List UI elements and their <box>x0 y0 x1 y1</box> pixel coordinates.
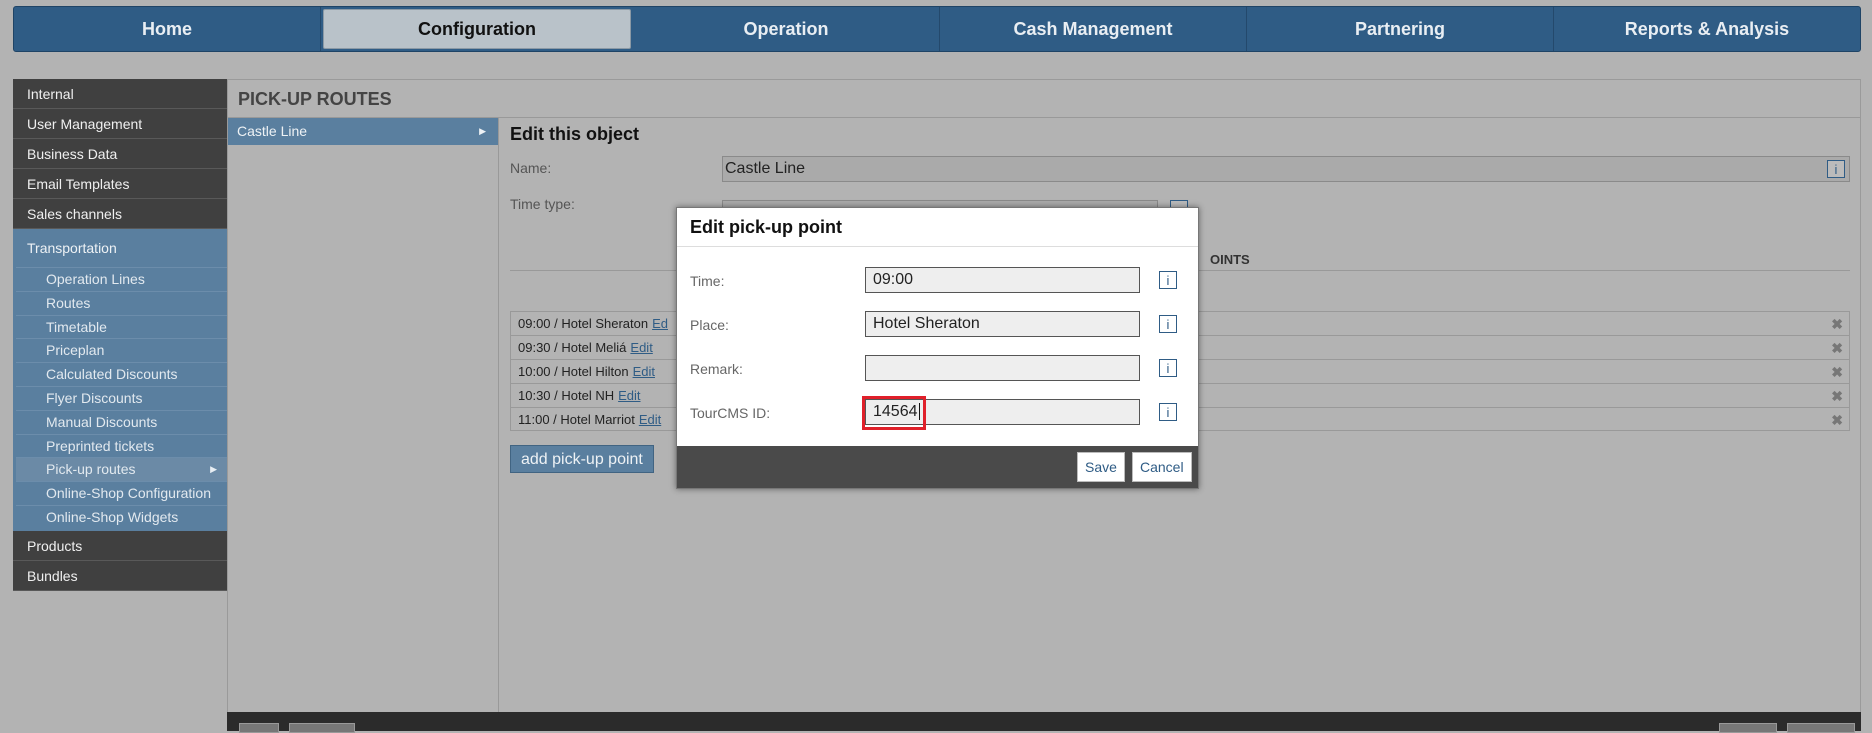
pick-up-point-label: 09:30 / Hotel Meliá <box>518 340 627 355</box>
nav-tab-operation[interactable]: Operation <box>633 7 940 51</box>
sidebar-sub-manual-discounts[interactable]: Manual Discounts <box>16 409 227 434</box>
time-row: Time: 09:00 i <box>690 265 1198 295</box>
sidebar-item-internal[interactable]: Internal <box>13 79 227 109</box>
sidebar-sub-calculated-discounts[interactable]: Calculated Discounts <box>16 362 227 386</box>
remark-row: Remark: i <box>690 353 1198 383</box>
delete-icon[interactable]: ✖ <box>1831 408 1843 432</box>
sidebar-sub-priceplan[interactable]: Priceplan <box>16 338 227 362</box>
tourcms-id-input[interactable]: 14564 <box>862 396 1140 430</box>
pick-up-point-label: 11:00 / Hotel Marriot <box>518 412 635 427</box>
edit-pick-up-point-dialog: Edit pick-up point Time: 09:00 i Place: … <box>676 207 1199 489</box>
delete-icon[interactable]: ✖ <box>1831 384 1843 408</box>
place-label: Place: <box>690 317 729 333</box>
sidebar-item-sales-channels[interactable]: Sales channels <box>13 199 227 229</box>
delete-icon[interactable]: ✖ <box>1831 336 1843 360</box>
remark-label: Remark: <box>690 361 743 377</box>
nav-tab-reports-analysis[interactable]: Reports & Analysis <box>1554 7 1860 51</box>
route-item-label: Castle Line <box>237 123 308 139</box>
edit-link[interactable]: Edit <box>633 364 655 379</box>
sidebar-sub-timetable[interactable]: Timetable <box>16 314 227 339</box>
edit-link[interactable]: Edit <box>618 388 640 403</box>
sidebar: Internal User Management Business Data E… <box>13 79 227 591</box>
sidebar-sub-list: Operation Lines Routes Timetable Pricepl… <box>13 267 227 531</box>
info-icon[interactable]: i <box>1159 271 1177 289</box>
name-label: Name: <box>510 160 552 176</box>
highlight-box <box>862 396 926 430</box>
nav-tab-home[interactable]: Home <box>14 7 321 51</box>
sidebar-sub-pick-up-routes[interactable]: Pick-up routes ▶ <box>16 457 227 482</box>
toolbar-button[interactable] <box>289 723 355 733</box>
sidebar-sub-operation-lines[interactable]: Operation Lines <box>16 267 227 291</box>
time-type-label: Time type: <box>510 196 575 212</box>
remark-input[interactable] <box>865 355 1140 381</box>
pick-up-point-label: 10:30 / Hotel NH <box>518 388 615 403</box>
toolbar-button[interactable] <box>239 723 279 733</box>
sidebar-sub-routes[interactable]: Routes <box>16 290 227 315</box>
time-input[interactable]: 09:00 <box>865 267 1140 293</box>
edit-area: Edit this object Name: Castle Line i Tim… <box>510 118 1850 473</box>
edit-link[interactable]: Ed <box>652 316 668 331</box>
nav-tab-partnering[interactable]: Partnering <box>1247 7 1554 51</box>
delete-icon[interactable]: ✖ <box>1831 312 1843 336</box>
info-icon[interactable]: i <box>1159 403 1177 421</box>
tourcms-id-label: TourCMS ID: <box>690 405 771 421</box>
add-pick-up-point-button[interactable]: add pick-up point <box>510 445 654 473</box>
route-item-castle-line[interactable]: Castle Line ▶ <box>228 118 498 145</box>
save-button[interactable]: Save <box>1077 452 1125 482</box>
nav-tab-configuration[interactable]: Configuration <box>323 9 631 49</box>
pick-up-points-header: OINTS <box>1210 252 1250 267</box>
tourcms-id-row: TourCMS ID: 14564 i <box>690 396 1198 430</box>
info-icon[interactable]: i <box>1159 359 1177 377</box>
cancel-button[interactable]: Cancel <box>1132 452 1192 482</box>
nav-tab-cash-management[interactable]: Cash Management <box>940 7 1247 51</box>
sidebar-item-email-templates[interactable]: Email Templates <box>13 169 227 199</box>
toolbar-button[interactable] <box>1719 723 1777 733</box>
time-label: Time: <box>690 273 725 289</box>
top-navigation: Home Configuration Operation Cash Manage… <box>13 6 1861 52</box>
place-input[interactable]: Hotel Sheraton <box>865 311 1140 337</box>
info-icon[interactable]: i <box>1159 315 1177 333</box>
sidebar-sub-label: Pick-up routes <box>46 461 136 478</box>
chevron-right-icon: ▶ <box>210 464 217 475</box>
sidebar-item-products[interactable]: Products <box>13 530 227 561</box>
name-value: Castle Line <box>725 160 806 177</box>
name-field[interactable]: Castle Line i <box>722 156 1850 182</box>
bottom-toolbar <box>227 712 1861 733</box>
edit-link[interactable]: Edit <box>630 340 652 355</box>
pick-up-point-label: 10:00 / Hotel Hilton <box>518 364 629 379</box>
sidebar-item-user-management[interactable]: User Management <box>13 109 227 139</box>
sidebar-item-business-data[interactable]: Business Data <box>13 139 227 169</box>
sidebar-item-bundles[interactable]: Bundles <box>13 560 227 591</box>
sidebar-sub-online-shop-widgets[interactable]: Online-Shop Widgets <box>16 504 227 529</box>
toolbar-button[interactable] <box>1787 723 1855 733</box>
sidebar-sub-online-shop-configuration[interactable]: Online-Shop Configuration <box>16 481 227 505</box>
edit-link[interactable]: Edit <box>639 412 661 427</box>
edit-title: Edit this object <box>510 124 640 144</box>
sidebar-section-transportation[interactable]: Transportation <box>13 229 227 267</box>
pick-up-point-label: 09:00 / Hotel Sheraton <box>518 316 649 331</box>
info-icon[interactable]: i <box>1827 160 1845 178</box>
place-row: Place: Hotel Sheraton i <box>690 309 1198 339</box>
delete-icon[interactable]: ✖ <box>1831 360 1843 384</box>
sidebar-sub-flyer-discounts[interactable]: Flyer Discounts <box>16 385 227 410</box>
sidebar-sub-preprinted-tickets[interactable]: Preprinted tickets <box>16 433 227 458</box>
route-list: Castle Line ▶ <box>228 118 499 712</box>
page-title: PICK-UP ROUTES <box>228 80 1860 118</box>
dialog-title: Edit pick-up point <box>677 208 1198 247</box>
chevron-right-icon: ▶ <box>479 126 486 136</box>
dialog-footer: Save Cancel <box>677 446 1198 488</box>
